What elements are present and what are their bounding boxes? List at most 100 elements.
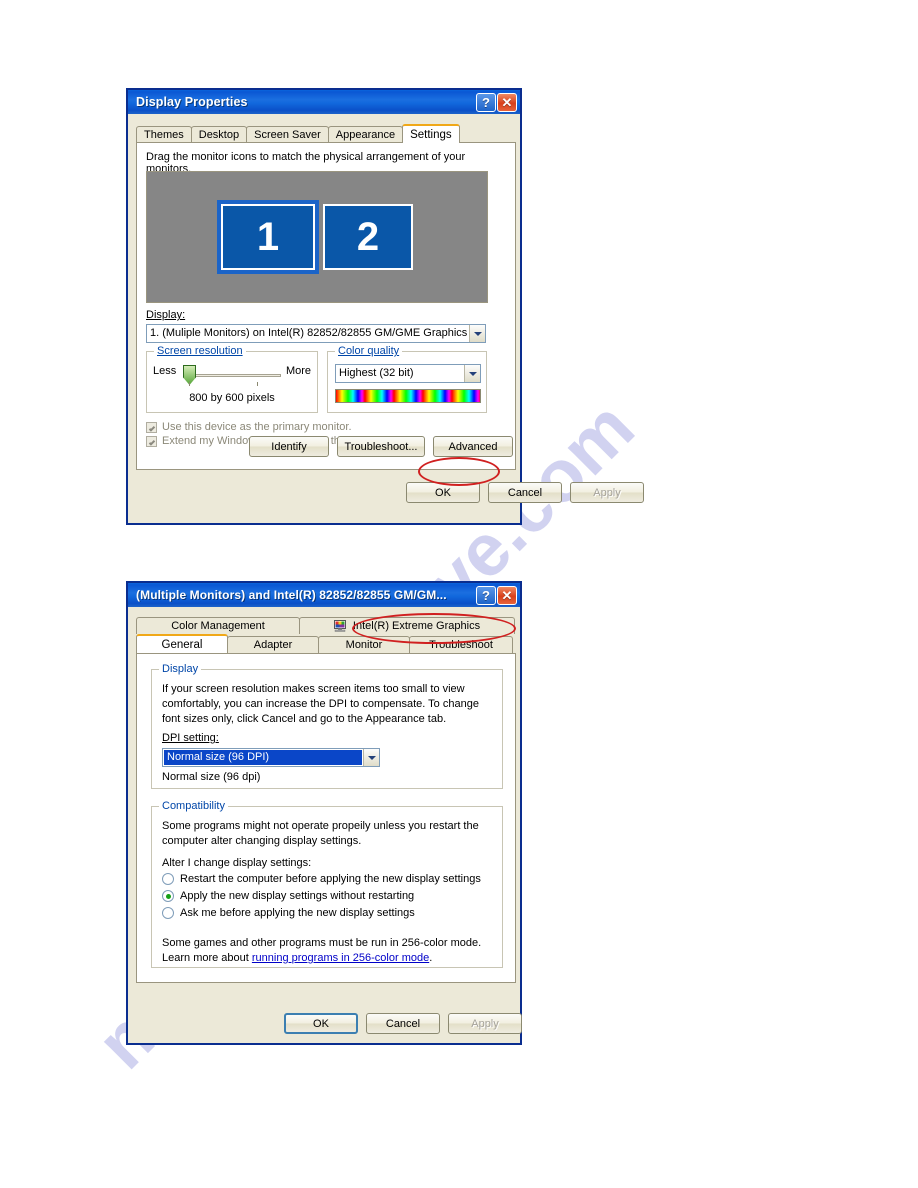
help-button[interactable]: ?	[476, 92, 496, 112]
dialog1-tabstrip: Themes Desktop Screen Saver Appearance S…	[136, 124, 516, 143]
tab-monitor-label: Monitor	[345, 639, 383, 651]
dialog2-tabstrip-row1: Color Management Intel(R) Extreme Graphi…	[136, 615, 516, 634]
tab-themes[interactable]: Themes	[136, 126, 192, 143]
close-icon[interactable]: ✕	[497, 92, 517, 112]
display-select-label-text: Display:	[146, 309, 186, 321]
display-device-dropdown[interactable]: 1. (Muliple Monitors) on Intel(R) 82852/…	[146, 324, 486, 343]
tab-screen-saver[interactable]: Screen Saver	[246, 126, 329, 143]
identify-button-label: Identify	[271, 440, 307, 453]
primary-monitor-checkbox[interactable]: Use this device as the primary monitor.	[146, 421, 390, 433]
dialog2-tabstrip-row2: General Adapter Monitor Troubleshoot	[136, 634, 516, 653]
radio-restart-before-applying[interactable]: Restart the computer before applying the…	[162, 873, 481, 885]
tab-intel-extreme-graphics-label: Intel(R) Extreme Graphics	[352, 620, 481, 632]
compatibility-note-suffix: .	[429, 952, 433, 964]
tab-general-label: General	[161, 638, 203, 651]
color-mode-help-link[interactable]: running programs in 256-color mode	[252, 952, 429, 964]
apply-button-label: Apply	[593, 486, 621, 499]
monitor-icon-1[interactable]: 1	[217, 200, 319, 274]
tab-appearance[interactable]: Appearance	[327, 126, 404, 143]
tab-desktop-label: Desktop	[198, 129, 240, 141]
tab-troubleshoot-label: Troubleshoot	[429, 639, 493, 651]
cancel-button[interactable]: Cancel	[488, 482, 562, 503]
compatibility-group-legend: Compatibility	[159, 800, 228, 812]
radio-apply-without-restarting[interactable]: Apply the new display settings without r…	[162, 890, 481, 902]
chevron-down-icon[interactable]	[464, 365, 480, 382]
compatibility-note-line2: Learn more about running programs in 256…	[162, 952, 432, 964]
checkbox-icon	[146, 436, 157, 447]
dialog2-titlebar[interactable]: (Multiple Monitors) and Intel(R) 82852/8…	[128, 583, 520, 607]
dpi-setting-dropdown[interactable]: Normal size (96 DPI)	[162, 748, 380, 767]
tab-adapter[interactable]: Adapter	[227, 636, 319, 653]
close-icon[interactable]: ✕	[497, 585, 517, 605]
tab-settings[interactable]: Settings	[402, 124, 460, 143]
cancel-button-label: Cancel	[385, 1017, 421, 1030]
color-quality-legend-text: Color quality	[338, 345, 400, 357]
display-group: Display If your screen resolution makes …	[151, 663, 503, 789]
tab-screen-saver-label: Screen Saver	[254, 129, 321, 141]
apply-button: Apply	[570, 482, 644, 503]
dpi-setting-label: DPI setting:	[162, 732, 219, 744]
advanced-button[interactable]: Advanced	[433, 436, 513, 457]
radio-apply-without-restarting-label: Apply the new display settings without r…	[180, 890, 415, 902]
advanced-button-label: Advanced	[448, 440, 498, 453]
chevron-down-icon[interactable]	[363, 749, 379, 766]
cancel-button[interactable]: Cancel	[366, 1013, 440, 1034]
color-quality-dropdown[interactable]: Highest (32 bit)	[335, 364, 481, 383]
adapter-advanced-dialog: (Multiple Monitors) and Intel(R) 82852/8…	[126, 581, 522, 1045]
screen-resolution-legend-text: Screen resolution	[157, 345, 243, 357]
checkbox-icon	[146, 422, 157, 433]
radio-ask-before-applying-label: Ask me before applying the new display s…	[180, 907, 415, 919]
dpi-setting-label-text: DPI setting:	[162, 732, 219, 744]
compatibility-note-prefix: Learn more about	[162, 952, 252, 964]
display-properties-dialog: Display Properties ? ✕ Themes Desktop Sc…	[126, 88, 644, 525]
monitor-icon-2-number: 2	[356, 214, 380, 259]
ok-button-label: OK	[313, 1017, 329, 1030]
tab-adapter-label: Adapter	[253, 639, 293, 651]
troubleshoot-button[interactable]: Troubleshoot...	[337, 436, 425, 457]
tab-appearance-label: Appearance	[335, 129, 396, 141]
display-group-paragraph: If your screen resolution makes screen i…	[162, 683, 479, 725]
ok-button-label: OK	[435, 486, 451, 499]
identify-button[interactable]: Identify	[249, 436, 329, 457]
monitor-icon-2[interactable]: 2	[323, 204, 413, 270]
chevron-down-icon[interactable]	[469, 325, 485, 342]
tab-color-management-label: Color Management	[171, 620, 265, 632]
radio-ask-before-applying[interactable]: Ask me before applying the new display s…	[162, 907, 481, 919]
troubleshoot-button-label: Troubleshoot...	[344, 440, 418, 453]
dialog1-titlebar[interactable]: Display Properties ? ✕	[128, 90, 520, 114]
ok-button[interactable]: OK	[406, 482, 480, 503]
color-quality-group: Color quality Highest (32 bit)	[327, 345, 487, 413]
compatibility-radio-group: Restart the computer before applying the…	[162, 873, 481, 924]
tab-settings-label: Settings	[410, 128, 452, 141]
color-quality-legend: Color quality	[335, 345, 403, 357]
resolution-slider-track[interactable]	[185, 374, 281, 377]
display-select-label: Display:	[146, 309, 185, 321]
apply-button-label: Apply	[471, 1017, 499, 1030]
radio-icon	[162, 907, 174, 919]
dialog1-footer: OK Cancel Apply	[406, 482, 644, 503]
screen-resolution-group: Screen resolution Less More 800 by 600 p…	[146, 345, 318, 413]
tab-troubleshoot[interactable]: Troubleshoot	[409, 636, 513, 653]
help-button[interactable]: ?	[476, 585, 496, 605]
resolution-value-label: 800 by 600 pixels	[189, 392, 275, 404]
cancel-button-label: Cancel	[507, 486, 543, 499]
tab-general[interactable]: General	[136, 634, 228, 653]
tab-themes-label: Themes	[144, 129, 184, 141]
monitor-arrangement-area[interactable]: 1 2	[146, 171, 488, 303]
tab-color-management[interactable]: Color Management	[136, 617, 300, 634]
dialog2-footer: OK Cancel Apply	[284, 1013, 522, 1034]
dialog2-title: (Multiple Monitors) and Intel(R) 82852/8…	[136, 588, 447, 602]
tab-monitor[interactable]: Monitor	[318, 636, 410, 653]
ok-button[interactable]: OK	[284, 1013, 358, 1034]
display-device-value: 1. (Muliple Monitors) on Intel(R) 82852/…	[150, 327, 469, 339]
settings-action-buttons: Identify Troubleshoot... Advanced	[249, 436, 513, 457]
slider-tick	[257, 382, 258, 386]
apply-button: Apply	[448, 1013, 522, 1034]
tab-intel-extreme-graphics[interactable]: Intel(R) Extreme Graphics	[299, 617, 515, 634]
radio-icon-selected	[162, 890, 174, 902]
tab-desktop[interactable]: Desktop	[190, 126, 248, 143]
display-group-legend: Display	[159, 663, 202, 675]
general-tab-pane: Display If your screen resolution makes …	[136, 653, 516, 983]
monitor-icon-1-number: 1	[256, 214, 280, 259]
compatibility-group: Compatibility Some programs might not op…	[151, 800, 503, 968]
